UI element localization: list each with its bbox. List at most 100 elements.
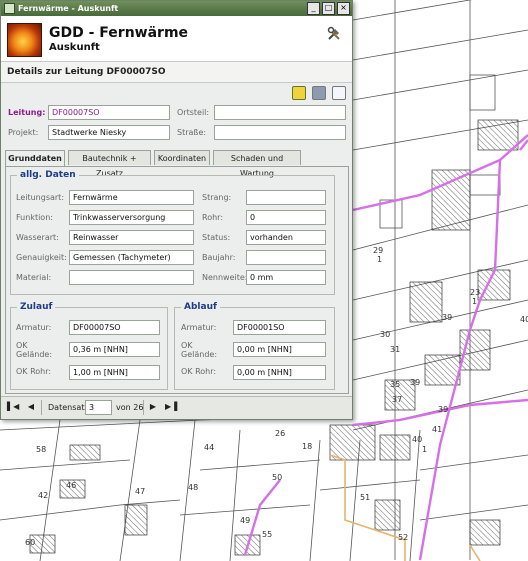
zulauf-ok-rohr-field[interactable]: 1,00 m [NHN]	[69, 365, 160, 380]
building-icon[interactable]	[312, 86, 326, 100]
nennweite-label: Nennweite:	[202, 273, 248, 282]
ablauf-gelaende-label: Gelände:	[181, 350, 218, 359]
ablauf-ok-gelaende-field[interactable]: 0,00 m [NHN]	[233, 342, 326, 357]
record-total: von 26	[116, 403, 144, 412]
datensatz-label: Datensatz	[48, 403, 89, 412]
status-field[interactable]: vorhanden	[246, 230, 326, 245]
leitungsart-label: Leitungsart:	[16, 193, 65, 202]
last-record-icon[interactable]: ▶▐	[165, 401, 177, 413]
zulauf-armatur-field[interactable]: DF00007SO	[69, 320, 160, 335]
zulauf-ok-label: OK	[16, 341, 28, 350]
zulauf-ok-gelaende-field[interactable]: 0,36 m [NHN]	[69, 342, 160, 357]
nennweite-field[interactable]: 0 mm	[246, 270, 326, 285]
tab-strip: Grunddaten Bautechnik + Zusatz Koordinat…	[5, 150, 349, 178]
wasserart-label: Wasserart:	[16, 233, 59, 242]
map-parcel-number: 48	[188, 483, 198, 492]
genauigkeit-field[interactable]: Gemessen (Tachymeter)	[69, 250, 194, 265]
ablauf-armatur-label: Armatur:	[181, 323, 217, 332]
map-parcel-number: 41	[432, 425, 442, 434]
map-parcel-number: 40	[412, 435, 422, 444]
rohr-label: Rohr:	[202, 213, 224, 222]
map-parcel-number: 1	[377, 255, 382, 264]
ablauf-armatur-field[interactable]: DF00001SO	[233, 320, 326, 335]
baujahr-label: Baujahr:	[202, 253, 236, 262]
map-parcel-number: 26	[275, 429, 285, 438]
ortsteil-field[interactable]	[214, 105, 346, 120]
ablauf-ok-label: OK	[181, 341, 193, 350]
strasse-field[interactable]	[214, 125, 346, 140]
zulauf-armatur-label: Armatur:	[16, 323, 52, 332]
funktion-field[interactable]: Trinkwasserversorgung	[69, 210, 194, 225]
map-parcel-number: 42	[38, 491, 48, 500]
zulauf-gelaende-label: Gelände:	[16, 350, 53, 359]
window-titlebar[interactable]: Fernwärme - Auskunft _ □ ×	[1, 1, 352, 16]
tools-icon[interactable]	[326, 26, 342, 42]
tab-bautechnik[interactable]: Bautechnik + Zusatz	[68, 150, 151, 178]
record-pager: ▌◀ ◀ Datensatz 3 von 26 ▶ ▶▐	[1, 396, 352, 419]
map-parcel-number: 50	[272, 473, 282, 482]
leitungsart-field[interactable]: Fernwärme	[69, 190, 194, 205]
window-title: Fernwärme - Auskunft	[18, 4, 119, 13]
baujahr-field[interactable]	[246, 250, 326, 265]
map-parcel-number: 30	[380, 330, 390, 339]
allg-daten-legend: allg. Daten	[20, 170, 76, 180]
map-parcel-number: 52	[398, 533, 408, 542]
map-parcel-number: 29	[373, 246, 383, 255]
wasserart-field[interactable]: Reinwasser	[69, 230, 194, 245]
strang-label: Strang:	[202, 193, 232, 202]
map-parcel-number: 1	[472, 297, 477, 306]
window-app-icon	[4, 3, 15, 14]
map-parcel-number: 23	[470, 288, 480, 297]
tab-schaden-wartung[interactable]: Schaden und Wartung	[213, 150, 301, 178]
maximize-button[interactable]: □	[322, 2, 335, 15]
projekt-label: Projekt:	[8, 128, 39, 137]
map-parcel-number: 37	[392, 395, 402, 404]
projekt-field[interactable]: Stadtwerke Niesky	[48, 125, 170, 140]
map-parcel-number: 39	[410, 378, 420, 387]
map-roads	[329, 454, 481, 561]
tab-grunddaten[interactable]: Grunddaten	[5, 150, 65, 166]
map-parcel-number: 58	[36, 445, 46, 454]
material-label: Material:	[16, 273, 52, 282]
ortsteil-label: Ortsteil:	[177, 108, 210, 117]
ablauf-legend: Ablauf	[184, 302, 217, 312]
map-parcel-number: 1	[422, 445, 427, 454]
map-parcel-number: 60	[25, 538, 35, 547]
material-field[interactable]	[69, 270, 194, 285]
zulauf-legend: Zulauf	[20, 302, 53, 312]
prev-record-icon[interactable]: ◀	[25, 401, 37, 413]
document-icon[interactable]	[332, 86, 346, 100]
header-title: GDD - Fernwärme	[49, 25, 189, 41]
map-parcel-number: 39	[442, 313, 452, 322]
genauigkeit-label: Genauigkeit:	[16, 253, 67, 262]
tab-koordinaten[interactable]: Koordinaten	[154, 150, 210, 165]
funktion-label: Funktion:	[16, 213, 53, 222]
fire-logo-icon	[7, 23, 42, 57]
first-record-icon[interactable]: ▌◀	[7, 401, 19, 413]
pager-separator	[41, 400, 42, 415]
next-record-icon[interactable]: ▶	[147, 401, 159, 413]
strang-field[interactable]	[246, 190, 326, 205]
close-button[interactable]: ×	[337, 2, 350, 15]
minimize-button[interactable]: _	[307, 2, 320, 15]
map-parcel-number: 46	[66, 481, 76, 490]
datensatz-input[interactable]: 3	[85, 400, 112, 415]
rohr-field[interactable]: 0	[246, 210, 326, 225]
dialog-header: GDD - Fernwärme Auskunft	[1, 16, 352, 62]
map-parcel-number: 51	[360, 493, 370, 502]
tab-panel-grunddaten: allg. Daten Leitungsart: Fernwärme Funkt…	[5, 166, 349, 394]
map-parcel-number: 44	[204, 443, 214, 452]
ablauf-ok-rohr-label: OK Rohr:	[181, 367, 217, 376]
locate-icon[interactable]	[292, 86, 306, 100]
map-parcel-number: 40	[520, 315, 528, 324]
header-subtitle: Auskunft	[49, 42, 100, 53]
pager-separator	[143, 400, 144, 415]
status-label: Status:	[202, 233, 231, 242]
leitung-field[interactable]: DF00007SO	[48, 105, 170, 120]
map-parcel-number: 55	[262, 530, 272, 539]
map-parcel-number: 39	[438, 405, 448, 414]
map-parcel-number: 35	[390, 380, 400, 389]
details-title: Details zur Leitung DF00007SO	[1, 62, 352, 83]
ablauf-ok-rohr-field[interactable]: 0,00 m [NHN]	[233, 365, 326, 380]
map-parcel-number: 18	[302, 442, 312, 451]
